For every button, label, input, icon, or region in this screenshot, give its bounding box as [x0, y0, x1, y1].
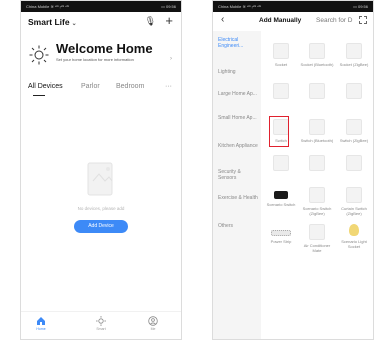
- room-tabs: All Devices Parlor Bedroom ···: [21, 83, 181, 99]
- device-placeholder[interactable]: [337, 83, 371, 99]
- device-icon: [309, 83, 325, 99]
- time-status: ▭ 09:56: [353, 4, 368, 9]
- add-device-button[interactable]: Add Device: [74, 220, 128, 233]
- tab-home[interactable]: Home: [21, 316, 61, 331]
- category-electrical[interactable]: Electrical Engineeri...: [218, 37, 258, 49]
- selected-highlight: [269, 116, 289, 147]
- device-placeholder[interactable]: [300, 155, 334, 171]
- add-manually-screen: China Mobile ≋ ⁴ᴳ ᵢ⁴ᴳ ⁴ᴳ ▭ 09:56 ‹ Add M…: [212, 0, 374, 340]
- device-icon: [273, 155, 289, 171]
- device-scenario-switch-zigbee[interactable]: Scenario Switch (ZigBee): [300, 187, 334, 216]
- socket-icon: [346, 43, 362, 59]
- device-curtain-switch-zigbee[interactable]: Curtain Switch (ZigBee): [337, 187, 371, 216]
- status-bar: China Mobile ≋ ⁴ᴳ ᵢ⁴ᴳ ⁴ᴳ ▭ 09:56: [21, 1, 181, 12]
- device-placeholder[interactable]: [337, 155, 371, 171]
- microphone-icon[interactable]: 🎙: [145, 16, 156, 27]
- welcome-subtitle[interactable]: Set your home location for more informat…: [56, 57, 156, 62]
- device-scenario-switch[interactable]: Scenario Switch: [264, 187, 298, 207]
- sun-icon: [29, 45, 49, 65]
- tab-bedroom[interactable]: Bedroom: [116, 83, 144, 90]
- device-power-strip[interactable]: Power Strip: [264, 224, 298, 244]
- home-icon: [37, 317, 45, 325]
- device-icon: [309, 155, 325, 171]
- device-icon: [346, 155, 362, 171]
- tab-me[interactable]: Me: [133, 316, 173, 331]
- chevron-down-icon: ⌄: [71, 21, 77, 27]
- active-tab-indicator: [33, 95, 45, 96]
- back-icon[interactable]: ‹: [221, 14, 224, 25]
- device-socket-bluetooth[interactable]: Socket (Bluetooth): [300, 43, 334, 67]
- category-exercise-health[interactable]: Exercise & Health: [218, 195, 258, 201]
- air-conditioner-icon: [309, 224, 325, 240]
- device-placeholder[interactable]: [264, 83, 298, 99]
- time-status: ▭ 09:56: [161, 4, 176, 9]
- device-scenario-light-socket[interactable]: Scenario Light Socket: [337, 224, 371, 249]
- device-socket-zigbee[interactable]: Socket (ZigBee): [337, 43, 371, 67]
- empty-state-text: No devices, please add: [77, 206, 125, 211]
- welcome-title: Welcome Home: [56, 41, 153, 56]
- power-strip-icon: [271, 230, 291, 236]
- device-switch-zigbee[interactable]: Switch (ZigBee): [337, 119, 371, 143]
- switch-icon: [309, 187, 325, 203]
- device-icon: [346, 83, 362, 99]
- tab-all-devices[interactable]: All Devices: [28, 83, 63, 90]
- device-placeholder[interactable]: [264, 155, 298, 171]
- category-list: Electrical Engineeri... Lighting Large H…: [213, 31, 261, 339]
- bottom-tab-bar: Home Smart Me: [21, 311, 181, 339]
- home-selector[interactable]: Smart Life ⌄: [28, 17, 77, 27]
- device-icon: [273, 83, 289, 99]
- category-lighting[interactable]: Lighting: [218, 69, 258, 75]
- device-placeholder[interactable]: [300, 83, 334, 99]
- smart-sun-icon: [96, 316, 106, 326]
- category-kitchen-appliance[interactable]: Kitchen Appliance: [218, 143, 258, 149]
- profile-icon: [148, 316, 158, 326]
- carrier-status: China Mobile ≋ ⁴ᴳ ᵢ⁴ᴳ ⁴ᴳ: [26, 4, 69, 9]
- socket-icon: [273, 43, 289, 59]
- more-icon[interactable]: ···: [165, 83, 172, 90]
- device-switch-bluetooth[interactable]: Switch (Bluetooth): [300, 119, 334, 143]
- switch-icon: [346, 119, 362, 135]
- socket-icon: [309, 43, 325, 59]
- home-screen: China Mobile ≋ ⁴ᴳ ᵢ⁴ᴳ ⁴ᴳ ▭ 09:56 Smart L…: [20, 0, 182, 340]
- switch-icon: [309, 119, 325, 135]
- category-others[interactable]: Others: [218, 223, 258, 229]
- device-socket[interactable]: Socket: [264, 43, 298, 67]
- tab-smart[interactable]: Smart: [81, 316, 121, 331]
- nav-bar: ‹ Add Manually Search for D: [213, 12, 373, 30]
- scan-icon[interactable]: [359, 16, 367, 24]
- search-device-link[interactable]: Search for D: [316, 17, 353, 24]
- carrier-status: China Mobile ≋ ⁴ᴳ ᵢ⁴ᴳ ⁴ᴳ: [218, 4, 261, 9]
- tab-smart-label: Smart: [96, 327, 106, 331]
- chevron-right-icon[interactable]: ›: [170, 56, 172, 62]
- category-security-sensors[interactable]: Security & Sensors: [218, 169, 258, 181]
- bulb-icon: [349, 224, 359, 236]
- category-large-home-appliance[interactable]: Large Home Ap...: [218, 91, 258, 97]
- tab-me-label: Me: [150, 327, 156, 331]
- empty-devices-illustration: [87, 162, 113, 196]
- page-title: Add Manually: [259, 17, 302, 24]
- home-name: Smart Life: [28, 17, 70, 27]
- category-small-home-appliance[interactable]: Small Home Ap...: [218, 115, 258, 121]
- curtain-switch-icon: [346, 187, 362, 203]
- add-icon[interactable]: +: [165, 13, 173, 28]
- status-bar: China Mobile ≋ ⁴ᴳ ᵢ⁴ᴳ ⁴ᴳ ▭ 09:56: [213, 1, 373, 12]
- scenario-switch-icon: [274, 191, 288, 199]
- device-air-conditioner-mate[interactable]: Air Conditioner Mate: [300, 224, 334, 253]
- tab-parlor[interactable]: Parlor: [81, 83, 100, 90]
- tab-home-label: Home: [36, 327, 46, 331]
